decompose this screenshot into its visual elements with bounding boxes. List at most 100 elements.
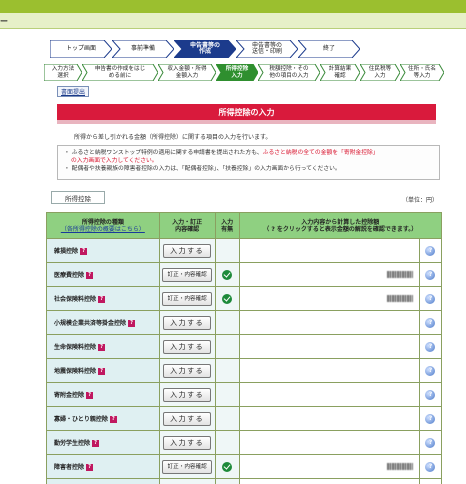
amount-cell (238, 382, 420, 407)
input-button[interactable]: 入力する (163, 387, 212, 402)
deduction-name-text: 寄附金控除 (54, 392, 85, 399)
status-cell (214, 454, 240, 479)
action-cell: 訂正・内容確認 (158, 454, 216, 479)
paper-submit-button[interactable]: 書面提出 (57, 86, 89, 97)
help-cell: ? (418, 430, 443, 455)
question-badge-icon[interactable]: ? (86, 392, 94, 399)
question-badge-icon[interactable]: ? (109, 416, 117, 423)
step-label: 終了 (322, 44, 335, 52)
question-badge-icon[interactable]: ? (98, 344, 106, 351)
table-row: 社会保険料控除? 訂正・内容確認? (46, 286, 443, 311)
step-create[interactable]: 申告書等の 作成 (174, 40, 236, 58)
action-cell: 入力する (158, 430, 216, 455)
status-cell (214, 358, 240, 383)
substep-label: 収入金額・所得 金額入力 (167, 66, 207, 79)
title-underline (57, 120, 436, 124)
table-row: 寄附金控除? 入力する? (46, 382, 443, 407)
step-top[interactable]: トップ画面 (50, 40, 112, 58)
col-header-amount: 入力内容から計算した控除額（ ? をクリックすると表示金額の解説を確認できます。… (238, 212, 443, 239)
overview-link[interactable]: （各所得控除の概要はこちら） (47, 226, 159, 233)
deduction-name-text: 医療費控除 (54, 272, 85, 279)
table-row: 地震保険料控除? 入力する? (46, 358, 443, 383)
table-row: 障害者控除? 訂正・内容確認? (46, 454, 443, 479)
amount-cell (238, 406, 420, 431)
amount-cell (238, 262, 420, 287)
step-prep[interactable]: 事前準備 (112, 40, 174, 58)
table-row: 勤労学生控除? 入力する? (46, 430, 443, 455)
deduction-name-text: 勤労学生控除 (54, 440, 91, 447)
notice-red-text: の入力画面で入力してください。 (71, 158, 158, 164)
substep-resident[interactable]: 住民税等 入力 (360, 64, 400, 81)
question-badge-icon[interactable]: ? (92, 440, 100, 447)
deduction-name: 生命保険料控除? (46, 334, 160, 359)
status-cell (214, 382, 240, 407)
question-badge-icon[interactable]: ? (98, 296, 106, 303)
action-cell: 入力する (158, 238, 216, 263)
help-icon[interactable]: ? (425, 389, 436, 400)
question-badge-icon[interactable]: ? (86, 272, 94, 279)
help-icon[interactable]: ? (425, 293, 436, 304)
page-title: 所得控除の入力 (57, 104, 436, 120)
step-send[interactable]: 申告書等の 送信・印刷 (236, 40, 298, 58)
question-badge-icon[interactable]: ? (86, 464, 94, 471)
help-cell: ? (418, 310, 443, 335)
deduction-tab[interactable]: 所得控除 (51, 191, 105, 204)
question-badge-icon[interactable]: ? (80, 248, 88, 255)
input-button[interactable]: 入力する (163, 363, 212, 378)
help-icon[interactable]: ? (425, 317, 436, 328)
input-button[interactable]: 入力する (163, 435, 212, 450)
step-end[interactable]: 終了 (298, 40, 360, 58)
substep-method[interactable]: 入力方法 選択 (44, 64, 82, 81)
amount-cell (238, 238, 420, 263)
amount-cell (238, 478, 420, 484)
action-cell: 入力する (158, 358, 216, 383)
deduction-name: 寄附金控除? (46, 382, 160, 407)
help-icon[interactable]: ? (425, 269, 436, 280)
help-cell: ? (418, 454, 443, 479)
help-icon[interactable]: ? (425, 245, 436, 256)
status-cell (214, 406, 240, 431)
deduction-name-text: 雑損控除 (54, 248, 79, 255)
amount-cell (238, 358, 420, 383)
col-header-status: 入力 有無 (214, 212, 240, 239)
substep-income[interactable]: 収入金額・所得 金額入力 (158, 64, 216, 81)
table-row: 小規模企業共済等掛金控除? 入力する? (46, 310, 443, 335)
action-cell: 訂正・内容確認 (158, 262, 216, 287)
help-icon[interactable]: ? (425, 461, 436, 472)
edit-confirm-button[interactable]: 訂正・内容確認 (162, 267, 213, 282)
notice-red-text: ふるさと納税の全ての金額を「寄附金控除」 (262, 150, 379, 156)
help-icon[interactable]: ? (425, 413, 436, 424)
help-icon[interactable]: ? (425, 365, 436, 376)
question-badge-icon[interactable]: ? (98, 368, 106, 375)
substep-result[interactable]: 計算結果 確認 (320, 64, 360, 81)
notice-text: 配偶者や扶養親族の障害者控除の入力は、「配偶者控除」、「扶養控除」の入力画面から… (71, 166, 341, 172)
header-bar: ー (0, 13, 466, 29)
action-cell: 入力する (158, 478, 216, 484)
help-icon[interactable]: ? (425, 437, 436, 448)
help-cell: ? (418, 478, 443, 484)
input-button[interactable]: 入力する (163, 339, 212, 354)
deduction-name: 障害者控除? (46, 454, 160, 479)
substep-address[interactable]: 住所・氏名 等入力 (400, 64, 444, 81)
substep-deduction[interactable]: 所得控除 入力 (216, 64, 258, 81)
edit-confirm-button[interactable]: 訂正・内容確認 (162, 459, 213, 474)
substep-label: 住所・氏名 等入力 (408, 66, 436, 79)
check-icon (222, 269, 233, 280)
help-cell: ? (418, 358, 443, 383)
input-button[interactable]: 入力する (163, 243, 212, 258)
deduction-name-text: 小規模企業共済等掛金控除 (54, 320, 127, 327)
deduction-name-text: 社会保険料控除 (54, 296, 97, 303)
edit-confirm-button[interactable]: 訂正・内容確認 (162, 291, 213, 306)
help-icon[interactable]: ? (425, 341, 436, 352)
input-button[interactable]: 入力する (163, 411, 212, 426)
action-cell: 入力する (158, 334, 216, 359)
substep-label: 入力方法 選択 (51, 66, 75, 79)
notice-line-2: ・ 配偶者や扶養親族の障害者控除の入力は、「配偶者控除」、「扶養控除」の入力画面… (64, 166, 341, 172)
notice-text: ふるさと納税ワンストップ特例の適用に関する申請書を提出された方も、 (71, 150, 263, 156)
deduction-name: 勤労学生控除? (46, 430, 160, 455)
question-badge-icon[interactable]: ? (128, 320, 136, 327)
input-button[interactable]: 入力する (163, 315, 212, 330)
status-cell (214, 310, 240, 335)
substep-taxcredit[interactable]: 税額控除・その 他の項目の入力 (258, 64, 320, 81)
substep-before[interactable]: 申告書の作成をはじ める前に (82, 64, 158, 81)
